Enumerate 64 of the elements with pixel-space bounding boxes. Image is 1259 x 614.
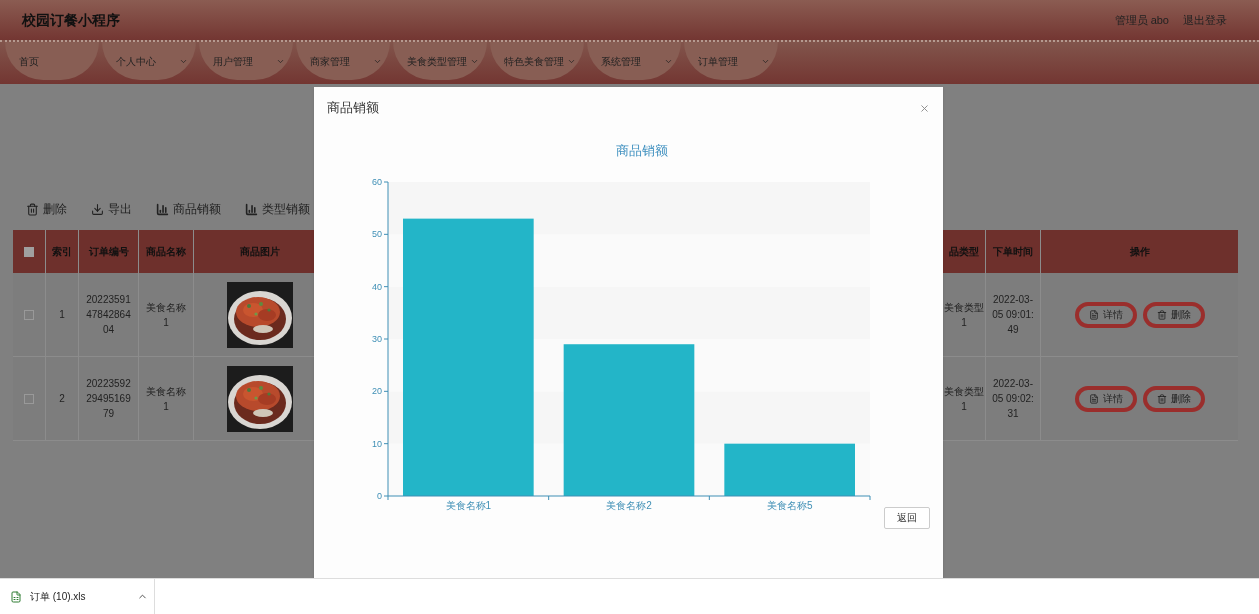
toolbar-button[interactable]: 删除 (26, 200, 67, 218)
table-cell-text: 美食类型1 (943, 300, 985, 330)
toolbar-button[interactable]: 导出 (91, 200, 132, 218)
toolbar-button[interactable]: 商品销额 (156, 200, 221, 218)
column-header: 商品图片 (239, 245, 280, 259)
table-cell-text: 202235914784286404 (85, 293, 132, 337)
column-header: 下单时间 (993, 245, 1033, 259)
nav-menu-item[interactable]: 系统管理 (587, 42, 681, 80)
bar-chart-icon (156, 202, 169, 216)
table-cell-text: 2022-03-05 09:02:31 (991, 377, 1035, 421)
trash-icon (1156, 309, 1167, 320)
logout-link[interactable]: 退出登录 (1183, 11, 1227, 29)
delete-button[interactable]: 删除 (1142, 385, 1205, 412)
nav-menu-item[interactable]: 个人中心 (102, 42, 196, 80)
table-cell-text: 2022-03-05 09:01:49 (991, 293, 1035, 337)
bar-chart-icon (245, 202, 258, 216)
column-header: 商品名称 (146, 245, 186, 259)
row-checkbox[interactable] (24, 393, 34, 404)
table-cell-text: 美食类型1 (943, 384, 985, 414)
nav-menu-item[interactable]: 首页 (5, 42, 99, 80)
download-item[interactable]: 订单 (10).xls (0, 579, 155, 614)
y-tick-label: 0 (377, 490, 382, 501)
table-cell-text: 美食名称1 (145, 384, 187, 414)
close-icon[interactable] (919, 102, 930, 114)
nav-menu-item[interactable]: 商家管理 (296, 42, 390, 80)
details-button[interactable]: 详情 (1074, 385, 1137, 412)
nav-menu-item[interactable]: 美食类型管理 (393, 42, 487, 80)
user-name: 管理员 abo (1114, 12, 1169, 28)
document-icon (1088, 393, 1099, 404)
x-tick-label: 美食名称2 (606, 499, 652, 511)
y-tick-label: 50 (372, 228, 382, 239)
trash-icon (26, 202, 39, 216)
y-tick-label: 60 (372, 176, 382, 187)
spreadsheet-file-icon (10, 590, 22, 603)
column-header: 品类型 (949, 245, 979, 259)
table-cell-text: 美食名称1 (145, 300, 187, 330)
toolbar-button[interactable]: 类型销额 (245, 200, 310, 218)
x-tick-label: 美食名称1 (445, 499, 492, 511)
column-header: 操作 (1129, 245, 1150, 259)
x-tick-label: 美食名称5 (766, 499, 813, 511)
table-cell-text: 202235922949516979 (85, 377, 132, 421)
row-checkbox[interactable] (24, 309, 34, 320)
document-icon (1088, 309, 1099, 320)
nav-menu-item[interactable]: 订单管理 (684, 42, 778, 80)
nav-menu-item[interactable]: 用户管理 (199, 42, 293, 80)
details-button[interactable]: 详情 (1074, 301, 1137, 328)
trash-icon (1156, 393, 1167, 404)
y-tick-label: 30 (372, 333, 382, 344)
nav-menu-item[interactable]: 特色美食管理 (490, 42, 584, 80)
column-header: 索引 (52, 245, 72, 259)
download-icon (91, 202, 104, 216)
y-tick-label: 20 (372, 385, 382, 396)
delete-button[interactable]: 删除 (1142, 301, 1205, 328)
select-all-checkbox[interactable] (24, 246, 34, 257)
y-tick-label: 10 (372, 438, 382, 449)
back-button[interactable]: 返回 (884, 506, 930, 529)
table-cell-text: 2 (59, 392, 65, 406)
file-name: 订单 (10).xls (30, 590, 86, 604)
dialog-title: 商品销额 (327, 99, 379, 118)
y-tick-label: 40 (372, 281, 382, 292)
chart-title: 商品销额 (614, 142, 669, 160)
app-title: 校园订餐小程序 (22, 10, 120, 30)
column-header: 订单编号 (88, 245, 129, 259)
table-cell-text: 1 (59, 308, 65, 322)
